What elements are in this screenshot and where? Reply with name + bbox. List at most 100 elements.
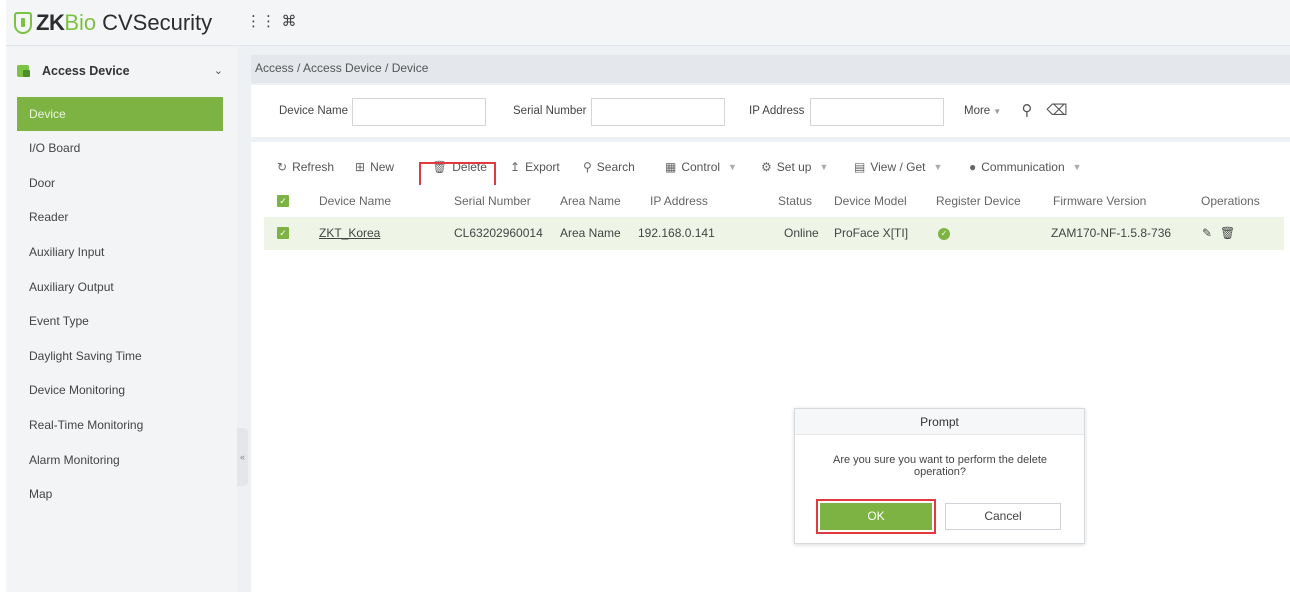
device-model-cell: ProFace X[TI] (834, 226, 909, 240)
view-icon: ▤ (854, 160, 866, 174)
new-label: New (370, 160, 395, 174)
monitor-icon: ▦ (665, 160, 677, 174)
trash-icon[interactable]: 🗑 (1220, 217, 1235, 250)
module-label: Access Device (42, 64, 130, 78)
more-label: More (964, 105, 991, 117)
table-header-row: ✓ Device Name Serial Number Area Name IP… (264, 185, 1284, 217)
column-header-register-device[interactable]: Register Device (936, 185, 1021, 217)
clear-filter-icon[interactable]: ⌫ (1046, 100, 1068, 122)
column-header-device-model[interactable]: Device Model (834, 185, 907, 217)
export-icon: ↥ (510, 160, 521, 174)
column-header-status[interactable]: Status (778, 185, 812, 217)
view-get-label: View / Get (870, 160, 926, 174)
shield-logo-icon (14, 12, 32, 34)
select-all-checkbox[interactable]: ✓ (277, 195, 289, 207)
area-name-cell: Area Name (560, 226, 621, 240)
refresh-label: Refresh (292, 160, 335, 174)
dialog-title: Prompt (795, 409, 1084, 435)
control-menu-button[interactable]: ▦ Control ▼ (665, 158, 737, 176)
column-header-area-name[interactable]: Area Name (560, 185, 621, 217)
sidebar-item-auxiliary-input[interactable]: Auxiliary Input (6, 235, 237, 270)
sidebar-item-event-type[interactable]: Event Type (6, 304, 237, 339)
column-header-device-name[interactable]: Device Name (319, 185, 391, 217)
logo-zk-text: ZK (36, 10, 65, 35)
column-header-operations: Operations (1201, 194, 1260, 208)
filter-bar: Device Name Serial Number IP Address Mor… (251, 85, 1290, 137)
dropdown-caret-icon: ▼ (993, 107, 1002, 116)
content-panel: ↻ Refresh ⊞ New 🗑 Delete ↥ Export ⚲ Sear… (251, 142, 1290, 592)
command-icon[interactable]: ⌘ (279, 12, 299, 32)
sidebar-collapse-handle[interactable]: « (237, 428, 248, 486)
sidebar-item-door[interactable]: Door (6, 166, 237, 201)
toolbar: ↻ Refresh ⊞ New 🗑 Delete ↥ Export ⚲ Sear… (251, 150, 1290, 189)
dialog-message: Are you sure you want to perform the del… (832, 454, 1047, 478)
communication-icon: ● (969, 160, 977, 174)
more-filters-dropdown[interactable]: More ▼ (964, 105, 1001, 117)
device-name-input[interactable] (352, 98, 486, 126)
apps-grid-icon[interactable]: ⋮⋮ (246, 12, 276, 32)
export-label: Export (525, 160, 560, 174)
breadcrumb: Access / Access Device / Device (251, 55, 1290, 83)
export-button[interactable]: ↥ Export (510, 158, 560, 176)
new-button[interactable]: ⊞ New (355, 158, 394, 176)
search-label: Search (596, 160, 635, 174)
column-header-ip-address[interactable]: IP Address (650, 185, 708, 217)
sidebar-item-map[interactable]: Map (6, 477, 237, 512)
gear-icon: ⚙ (761, 160, 772, 174)
serial-number-label: Serial Number (513, 105, 587, 117)
setup-label: Set up (776, 160, 812, 174)
setup-menu-button[interactable]: ⚙ Set up ▼ (761, 158, 828, 176)
search-button[interactable]: ⚲ Search (583, 158, 635, 176)
sidebar-item-device[interactable]: Device (17, 97, 223, 131)
sidebar-menu: Device I/O Board Door Reader Auxiliary I… (6, 97, 237, 512)
device-name-label: Device Name (279, 105, 349, 117)
access-device-icon (17, 65, 30, 77)
communication-menu-button[interactable]: ● Communication ▼ (969, 158, 1082, 176)
sidebar-item-real-time-monitoring[interactable]: Real-Time Monitoring (6, 408, 237, 443)
serial-number-cell: CL63202960014 (454, 226, 543, 240)
app-window: ZK Bio CVSecurity ⋮⋮ ⌘ Access Device ⌄ D… (6, 0, 1290, 592)
status-badge: Online (784, 226, 819, 240)
module-menu-access-device[interactable]: Access Device ⌄ (6, 55, 237, 87)
row-checkbox[interactable]: ✓ (277, 227, 289, 239)
communication-label: Communication (981, 160, 1065, 174)
dropdown-caret-icon: ▼ (933, 162, 943, 172)
chevron-down-icon: ⌄ (213, 65, 223, 77)
column-header-firmware-version[interactable]: Firmware Version (1053, 185, 1146, 217)
top-bar: ZK Bio CVSecurity ⋮⋮ ⌘ (6, 0, 1290, 46)
cancel-button[interactable]: Cancel (945, 503, 1061, 530)
logo-product-text: CVSecurity (102, 10, 213, 35)
dropdown-caret-icon: ▼ (728, 162, 737, 172)
ip-address-cell: 192.168.0.141 (638, 226, 715, 240)
refresh-button[interactable]: ↻ Refresh (277, 158, 334, 176)
sidebar: Access Device ⌄ Device I/O Board Door Re… (6, 47, 237, 592)
new-icon: ⊞ (355, 160, 366, 174)
device-name-link[interactable]: ZKT_Korea (319, 217, 380, 250)
logo-bio-text: Bio (64, 10, 97, 35)
dropdown-caret-icon: ▼ (1072, 162, 1082, 172)
column-header-serial-number[interactable]: Serial Number (454, 185, 531, 217)
ip-address-input[interactable] (810, 98, 944, 126)
ip-address-label: IP Address (749, 105, 805, 117)
view-get-menu-button[interactable]: ▤ View / Get ▼ (854, 158, 942, 176)
sidebar-item-device-monitoring[interactable]: Device Monitoring (6, 373, 237, 408)
sidebar-item-daylight-saving-time[interactable]: Daylight Saving Time (6, 339, 237, 374)
check-circle-icon: ✓ (938, 227, 950, 240)
ok-highlight-box (816, 499, 936, 534)
search-icon: ⚲ (583, 160, 592, 174)
dropdown-caret-icon: ▼ (819, 162, 829, 172)
sidebar-item-auxiliary-output[interactable]: Auxiliary Output (6, 269, 237, 304)
search-icon[interactable]: ⚲ (1016, 100, 1038, 122)
control-label: Control (681, 160, 721, 174)
table-row[interactable]: ✓ ZKT_Korea CL63202960014 Area Name 192.… (264, 217, 1284, 250)
register-device-cell: ✓ (938, 217, 950, 250)
serial-number-input[interactable] (591, 98, 725, 126)
edit-icon[interactable]: ✎ (1202, 217, 1212, 250)
app-logo[interactable]: ZK Bio CVSecurity (14, 9, 212, 37)
sidebar-item-io-board[interactable]: I/O Board (6, 131, 237, 166)
firmware-version-cell: ZAM170-NF-1.5.8-736 (1051, 226, 1172, 240)
sidebar-item-alarm-monitoring[interactable]: Alarm Monitoring (6, 442, 237, 477)
sidebar-item-reader[interactable]: Reader (6, 200, 237, 235)
main-area: Access / Access Device / Device Device N… (251, 55, 1290, 592)
delete-confirm-dialog: Prompt Are you sure you want to perform … (794, 408, 1085, 544)
